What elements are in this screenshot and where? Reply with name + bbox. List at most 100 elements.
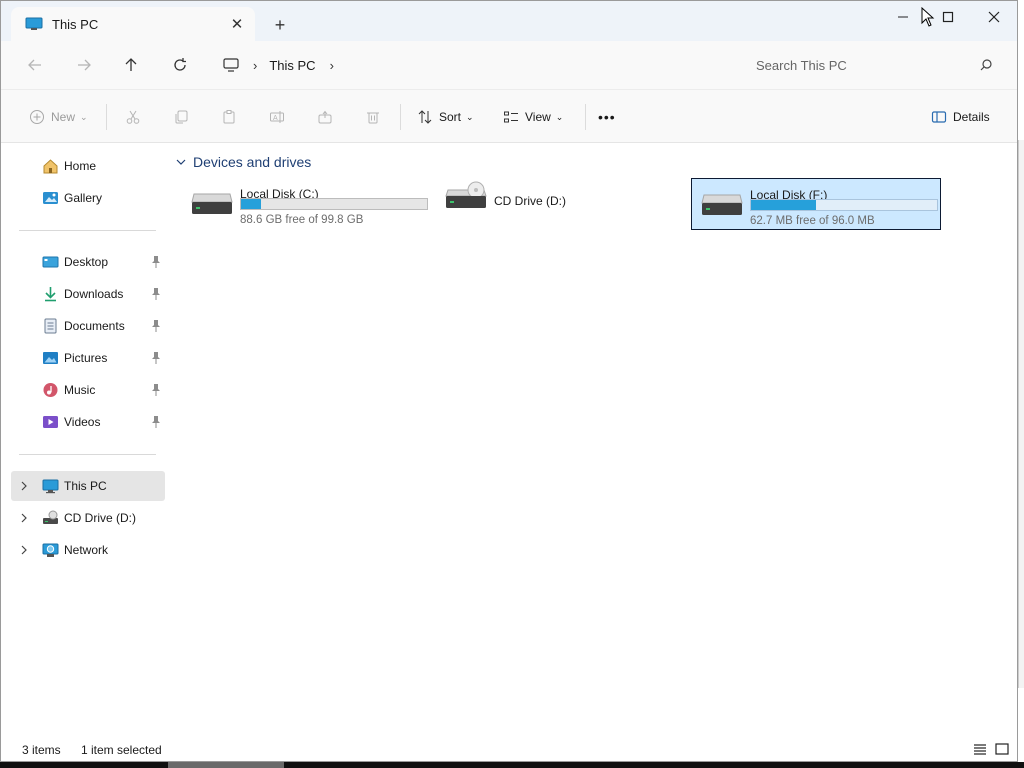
drive-item-f[interactable]: Local Disk (F:) 62.7 MB free of 96.0 MB xyxy=(691,178,941,230)
background-window-edge xyxy=(1018,140,1024,688)
sidebar-item-home[interactable]: Home xyxy=(11,151,165,181)
chevron-right-icon[interactable] xyxy=(19,480,29,492)
pin-icon[interactable] xyxy=(151,287,161,301)
group-title: Devices and drives xyxy=(193,154,312,170)
new-tab-button[interactable]: + xyxy=(269,14,291,36)
details-label: Details xyxy=(953,110,990,124)
cut-button[interactable] xyxy=(125,104,141,130)
pin-icon[interactable] xyxy=(151,415,161,429)
pictures-icon xyxy=(43,352,58,364)
refresh-button[interactable] xyxy=(168,53,192,77)
details-view-icon[interactable] xyxy=(972,742,988,756)
forward-arrow-icon xyxy=(78,59,91,71)
sidebar-item-label: Videos xyxy=(64,415,101,429)
share-button[interactable] xyxy=(317,104,333,130)
plus-circle-icon xyxy=(30,110,44,124)
search-input[interactable] xyxy=(756,57,966,73)
network-icon xyxy=(42,543,59,557)
item-count: 3 items xyxy=(22,743,61,757)
pin-icon[interactable] xyxy=(151,319,161,333)
chevron-right-icon[interactable] xyxy=(19,512,29,524)
sort-button[interactable]: Sort ⌄ xyxy=(417,104,474,130)
sidebar-item-label: Pictures xyxy=(64,351,108,365)
document-icon xyxy=(44,318,57,334)
sidebar-item-gallery[interactable]: Gallery xyxy=(11,183,165,213)
file-list-pane: Devices and drives Local Disk (C:) 88.6 … xyxy=(171,144,1017,737)
address-bar[interactable]: › This PC › xyxy=(211,47,733,83)
sidebar-item-label: Home xyxy=(64,159,97,173)
hard-drive-icon xyxy=(701,194,743,215)
selection-count: 1 item selected xyxy=(81,743,162,757)
tab-close-icon[interactable]: ✕ xyxy=(229,16,245,33)
minimize-icon xyxy=(898,16,908,18)
taskbar-button[interactable] xyxy=(168,762,284,768)
this-pc-icon xyxy=(42,479,59,494)
close-icon xyxy=(988,11,1000,23)
breadcrumb-chevron[interactable]: › xyxy=(330,58,334,73)
gallery-icon xyxy=(43,192,58,204)
details-pane-icon xyxy=(931,111,947,123)
scissors-icon xyxy=(126,110,140,124)
hard-drive-icon xyxy=(191,193,233,214)
sidebar-item-downloads[interactable]: Downloads xyxy=(11,279,165,309)
sidebar-item-label: Network xyxy=(64,543,109,557)
pin-icon[interactable] xyxy=(151,351,161,365)
chevron-down-icon: ⌄ xyxy=(466,111,474,122)
view-button[interactable]: View ⌄ xyxy=(503,104,563,130)
pin-icon[interactable] xyxy=(151,383,161,397)
view-icon xyxy=(504,111,518,123)
breadcrumb-this-pc[interactable]: This PC xyxy=(269,58,315,73)
chevron-down-icon xyxy=(176,159,186,165)
sidebar-item-network[interactable]: Network xyxy=(11,535,165,565)
drive-usage-fill xyxy=(241,199,262,209)
drive-item-d[interactable]: CD Drive (D:) xyxy=(436,178,686,230)
sort-label: Sort xyxy=(439,110,462,124)
drive-usage-bar xyxy=(240,198,428,210)
sidebar-item-this-pc[interactable]: This PC xyxy=(11,471,165,501)
desktop-icon xyxy=(42,256,59,268)
sidebar-item-pictures[interactable]: Pictures xyxy=(11,343,165,373)
sidebar-item-music[interactable]: Music xyxy=(11,375,165,405)
more-options-button[interactable]: ••• xyxy=(598,104,616,130)
tab-this-pc[interactable]: This PC ✕ xyxy=(11,7,255,41)
home-icon xyxy=(43,159,58,174)
tiles-view-icon[interactable] xyxy=(994,742,1010,756)
rename-button[interactable]: A xyxy=(269,104,285,130)
sidebar-item-desktop[interactable]: Desktop xyxy=(11,247,165,277)
forward-button[interactable] xyxy=(72,53,96,77)
divider xyxy=(400,104,401,130)
delete-button[interactable] xyxy=(365,104,381,130)
chevron-right-icon[interactable] xyxy=(19,544,29,556)
drive-free-space: 62.7 MB free of 96.0 MB xyxy=(750,215,875,227)
divider xyxy=(19,454,156,455)
chevron-down-icon: ⌄ xyxy=(80,111,88,122)
cd-drive-icon xyxy=(43,510,58,524)
new-button[interactable]: New ⌄ xyxy=(29,104,88,130)
mouse-pointer-icon xyxy=(921,7,935,27)
copy-button[interactable] xyxy=(173,104,189,130)
pin-icon[interactable] xyxy=(151,255,161,269)
drive-usage-bar xyxy=(750,199,938,211)
rename-icon: A xyxy=(270,111,284,123)
paste-button[interactable] xyxy=(221,104,237,130)
up-button[interactable] xyxy=(119,53,143,77)
divider xyxy=(106,104,107,130)
close-window-button[interactable] xyxy=(971,5,1017,29)
drive-item-c[interactable]: Local Disk (C:) 88.6 GB free of 99.8 GB xyxy=(182,178,432,230)
sidebar-item-label: Music xyxy=(64,383,96,397)
command-bar: New ⌄ A Sort ⌄ View ⌄ ••• Details xyxy=(1,89,1017,143)
sidebar-item-label: CD Drive (D:) xyxy=(64,511,136,525)
title-bar: This PC ✕ + xyxy=(1,1,1017,41)
breadcrumb-chevron[interactable]: › xyxy=(253,58,257,73)
tab-title: This PC xyxy=(52,16,99,32)
details-button[interactable]: Details xyxy=(931,104,990,130)
sidebar-item-cd-drive[interactable]: CD Drive (D:) xyxy=(11,503,165,533)
sidebar-item-documents[interactable]: Documents xyxy=(11,311,165,341)
group-header-devices[interactable]: Devices and drives xyxy=(175,154,311,170)
chevron-down-icon: ⌄ xyxy=(555,111,564,122)
search-box[interactable] xyxy=(743,47,1005,83)
minimize-button[interactable] xyxy=(880,5,926,29)
back-button[interactable] xyxy=(23,53,47,77)
navigation-bar: › This PC › xyxy=(1,41,1017,89)
sidebar-item-videos[interactable]: Videos xyxy=(11,407,165,437)
